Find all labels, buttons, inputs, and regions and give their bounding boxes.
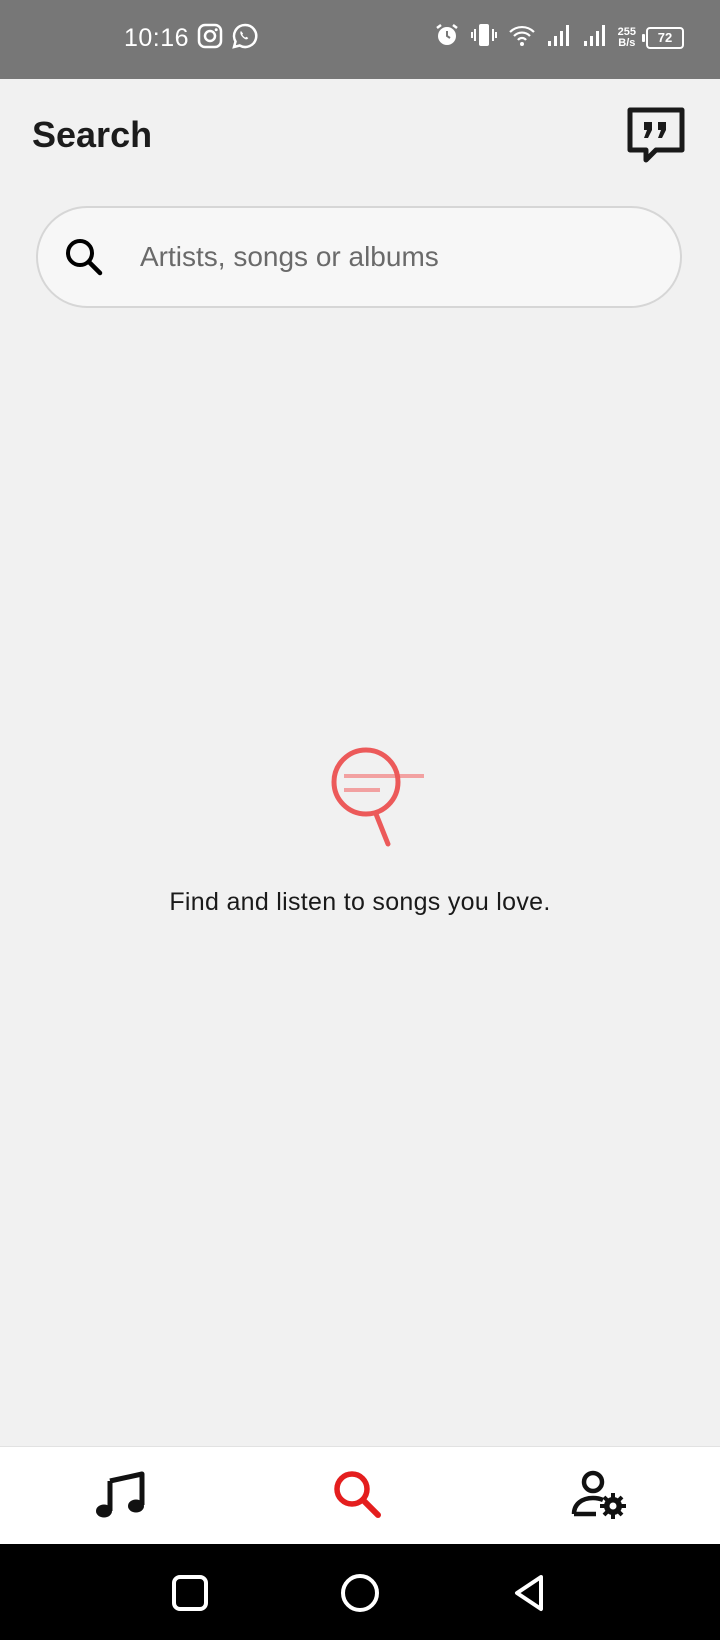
status-left: 10:16 (124, 22, 259, 55)
wifi-icon (508, 22, 536, 53)
search-icon (334, 1471, 381, 1518)
network-speed-value: 255 (617, 25, 636, 38)
instagram-icon (197, 23, 223, 54)
user-settings-icon (571, 1470, 626, 1519)
search-input[interactable] (138, 240, 662, 274)
music-note-icon (96, 1471, 145, 1518)
alarm-icon (434, 22, 460, 53)
status-bar: 10:16 255 B/s 72 (0, 0, 720, 79)
feedback-button[interactable] (626, 106, 686, 164)
search-illustration-icon (331, 747, 424, 847)
battery-icon: 72 (642, 26, 684, 49)
status-right: 255 B/s 72 (434, 22, 684, 53)
system-nav-bar (0, 1544, 720, 1640)
back-button[interactable] (507, 1570, 553, 1616)
signal-icon-1 (546, 23, 572, 52)
vibrate-icon (470, 22, 498, 53)
battery-level: 72 (657, 30, 673, 45)
nav-account-settings-tab[interactable] (570, 1467, 630, 1523)
empty-state-message: Find and listen to songs you love. (169, 888, 551, 916)
nav-search-tab[interactable] (328, 1467, 388, 1523)
recents-button[interactable] (167, 1570, 213, 1616)
search-icon (66, 239, 103, 276)
nav-music-tab[interactable] (90, 1467, 150, 1523)
page-title: Search (32, 114, 153, 155)
network-speed-unit: B/s (618, 36, 636, 49)
whatsapp-icon (231, 22, 259, 55)
status-time: 10:16 (124, 24, 190, 52)
signal-icon-2 (582, 23, 608, 52)
network-speed: 255 B/s (617, 25, 636, 49)
feedback-quote-icon (627, 107, 685, 163)
search-bar[interactable] (36, 206, 682, 308)
bottom-nav (0, 1446, 720, 1545)
home-button[interactable] (337, 1570, 383, 1616)
